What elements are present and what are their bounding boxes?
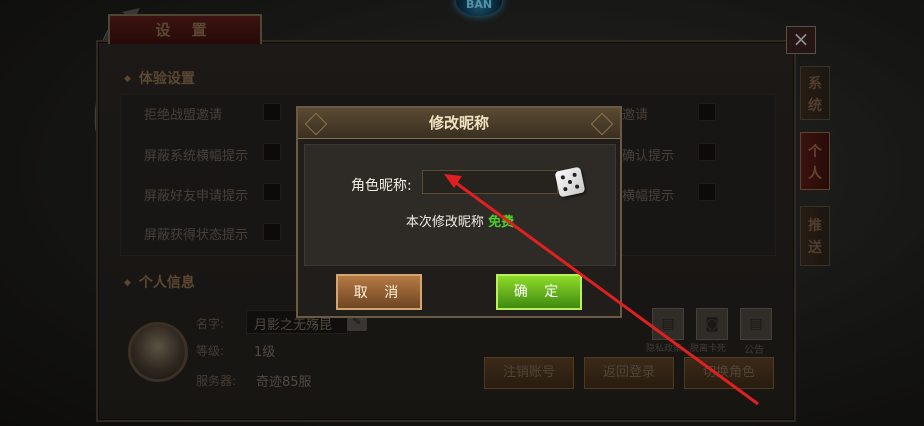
annotation-arrow-icon [444,174,759,406]
